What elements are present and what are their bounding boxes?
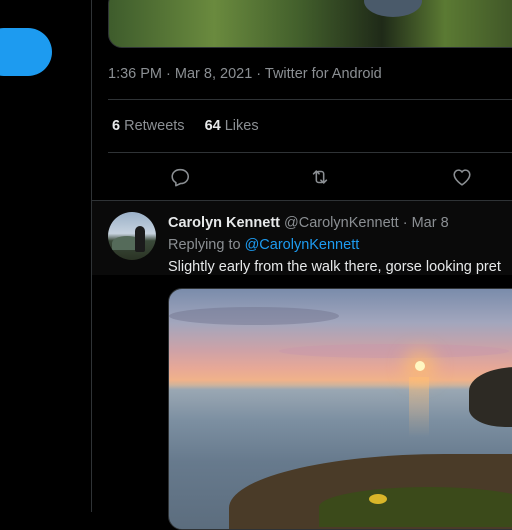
author-handle[interactable]: @CarolynKennett bbox=[284, 215, 399, 231]
divider bbox=[108, 152, 512, 153]
image-rock bbox=[364, 0, 422, 17]
tweet-meta: 1:36 PM · Mar 8, 2021 · Twitter for Andr… bbox=[108, 66, 382, 82]
tweet-stats: 6 Retweets 64 Likes bbox=[112, 118, 259, 134]
like-icon[interactable] bbox=[451, 166, 473, 188]
replying-to-handle[interactable]: @CarolynKennett bbox=[245, 237, 360, 253]
retweet-icon[interactable] bbox=[309, 166, 331, 188]
reply-icon[interactable] bbox=[169, 166, 191, 188]
gorse bbox=[319, 487, 512, 527]
reply-header: Carolyn Kennett @CarolynKennett · Mar 8 bbox=[168, 215, 449, 231]
replying-to: Replying to @CarolynKennett bbox=[168, 237, 360, 253]
author-name[interactable]: Carolyn Kennett bbox=[168, 215, 280, 231]
divider bbox=[108, 99, 512, 100]
reply-date[interactable]: Mar 8 bbox=[412, 215, 449, 231]
reply-text: Slightly early from the walk there, gors… bbox=[168, 259, 501, 275]
reply-photo[interactable] bbox=[168, 288, 512, 530]
tweet-image[interactable] bbox=[108, 0, 512, 48]
sun bbox=[415, 361, 425, 371]
likes-stat[interactable]: 64 Likes bbox=[205, 118, 259, 134]
avatar[interactable] bbox=[108, 212, 156, 260]
tweet-button[interactable] bbox=[0, 28, 52, 76]
retweets-stat[interactable]: 6 Retweets bbox=[112, 118, 185, 134]
tweet-source[interactable]: Twitter for Android bbox=[265, 66, 382, 82]
tweet-timestamp[interactable]: 1:36 PM · Mar 8, 2021 bbox=[108, 66, 252, 82]
cliff bbox=[469, 367, 512, 427]
